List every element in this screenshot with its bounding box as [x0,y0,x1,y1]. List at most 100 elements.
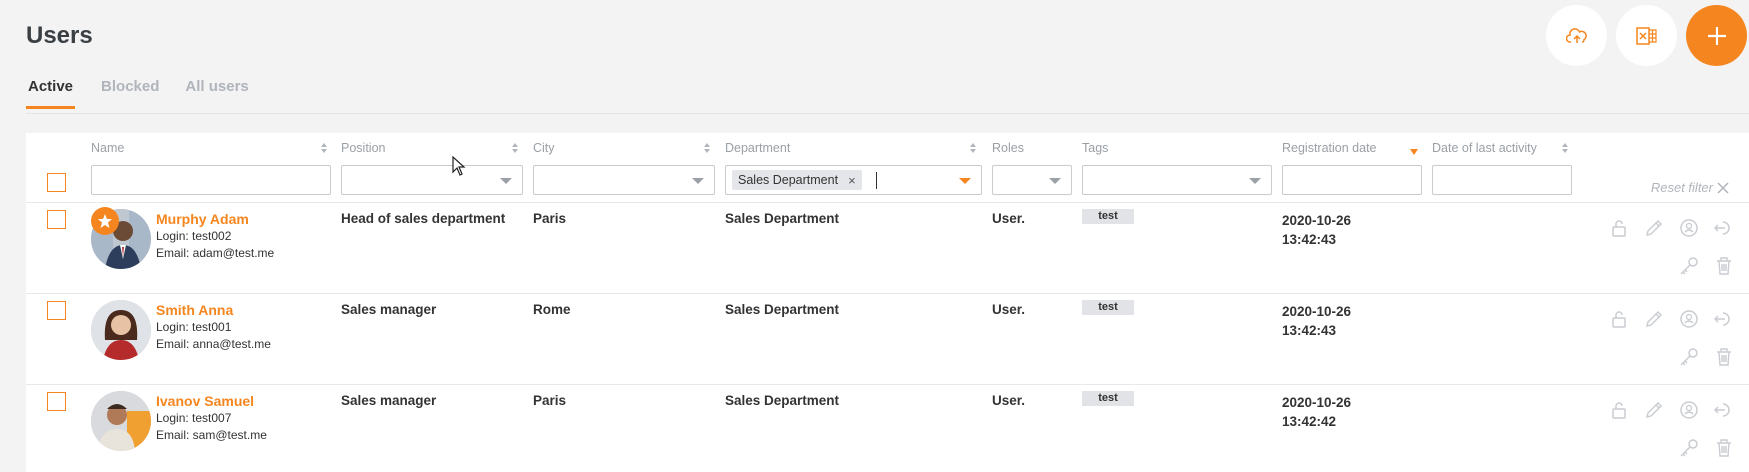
sort-icon[interactable] [320,142,328,154]
add-user-button[interactable] [1686,5,1747,66]
user-registration-date: 2020-10-26 13:42:43 [1282,302,1351,340]
close-icon [1717,181,1729,194]
user-city: Paris [533,211,567,226]
logout-icon[interactable] [1713,308,1735,330]
avatar [91,391,151,451]
name-filter-input[interactable] [91,165,331,195]
delete-icon[interactable] [1713,346,1735,368]
registration-time-value: 13:42:43 [1282,323,1337,338]
remove-chip-icon[interactable]: × [848,173,856,188]
mouse-pointer-icon [452,156,466,176]
star-icon [98,214,112,228]
row-checkbox[interactable] [47,210,66,229]
registration-date-filter-input[interactable] [1282,165,1422,195]
tags-filter-select[interactable] [1082,165,1272,195]
registration-date-value: 2020-10-26 [1282,304,1352,319]
users-table: Name Position City Department Roles Tags… [26,133,1749,472]
tab-active[interactable]: Active [26,78,76,109]
sort-icon[interactable] [703,142,711,154]
user-department: Sales Department [725,302,840,317]
key-icon[interactable] [1678,255,1700,277]
login-as-icon[interactable] [1678,217,1700,239]
roles-filter-select[interactable] [992,165,1072,195]
column-header-tags: Tags [1082,141,1109,155]
column-header-city[interactable]: City [533,141,555,155]
sort-icon[interactable] [1561,142,1569,154]
user-department: Sales Department [725,393,840,408]
user-city: Rome [533,302,571,317]
chevron-down-icon [959,178,971,184]
tab-all-users[interactable]: All users [185,78,248,109]
unlock-icon[interactable] [1608,308,1630,330]
upload-button[interactable] [1546,5,1607,66]
excel-export-icon [1635,26,1657,45]
column-header-name[interactable]: Name [91,141,124,155]
delete-icon[interactable] [1713,437,1735,459]
user-email: Email: adam@test.me [156,246,275,260]
user-tag: test [1082,391,1134,406]
logout-icon[interactable] [1713,399,1735,421]
reset-filter-button[interactable]: Reset filter [1651,180,1729,195]
sort-desc-icon[interactable] [1410,146,1418,158]
city-filter-select[interactable] [533,165,715,195]
edit-icon[interactable] [1643,399,1665,421]
row-checkbox[interactable] [47,301,66,320]
cloud-upload-icon [1565,27,1587,43]
last-activity-filter-input[interactable] [1432,165,1572,195]
column-header-last-activity[interactable]: Date of last activity [1432,141,1537,155]
favorite-star-badge [91,207,119,235]
user-position: Head of sales department [341,211,506,226]
row-checkbox[interactable] [47,392,66,411]
user-roles: User. [992,302,1026,317]
department-filter-select[interactable]: Sales Department × [725,165,982,195]
avatar [91,300,151,360]
text-caret [876,172,877,189]
sort-icon[interactable] [511,142,519,154]
department-chip-label: Sales Department [738,173,839,187]
chevron-down-icon [692,178,704,184]
user-email: Email: sam@test.me [156,428,267,442]
key-icon[interactable] [1678,346,1700,368]
tab-blocked[interactable]: Blocked [101,78,159,109]
excel-export-button[interactable] [1616,5,1677,66]
plus-icon [1707,26,1726,45]
key-icon[interactable] [1678,437,1700,459]
reset-filter-label: Reset filter [1650,180,1713,195]
position-filter-select[interactable] [341,165,523,195]
delete-icon[interactable] [1713,255,1735,277]
registration-time-value: 13:42:43 [1282,232,1337,247]
user-name-link[interactable]: Murphy Adam [156,211,249,227]
user-login: Login: test007 [156,411,232,425]
login-as-icon[interactable] [1678,308,1700,330]
unlock-icon[interactable] [1608,399,1630,421]
user-tag: test [1082,209,1134,224]
edit-icon[interactable] [1643,308,1665,330]
unlock-icon[interactable] [1608,217,1630,239]
user-department: Sales Department [725,211,840,226]
chevron-down-icon [1249,178,1261,184]
user-position: Sales manager [341,393,437,408]
select-all-checkbox[interactable] [47,173,66,192]
column-header-registration-date[interactable]: Registration date [1282,141,1377,155]
edit-icon[interactable] [1643,217,1665,239]
user-roles: User. [992,393,1026,408]
department-filter-chip: Sales Department × [732,170,862,190]
user-name-link[interactable]: Smith Anna [156,302,233,318]
user-roles: User. [992,211,1026,226]
logout-icon[interactable] [1713,217,1735,239]
tabs-divider [26,113,1749,114]
user-login: Login: test002 [156,229,232,243]
user-name-link[interactable]: Ivanov Samuel [156,393,254,409]
user-email: Email: anna@test.me [156,337,271,351]
user-city: Paris [533,393,567,408]
status-tabs: Active Blocked All users [26,78,275,109]
column-header-position[interactable]: Position [341,141,385,155]
user-login: Login: test001 [156,320,232,334]
table-row: Ivanov Samuel Login: test007 Email: sam@… [26,384,1749,472]
sort-icon[interactable] [969,142,977,154]
registration-date-value: 2020-10-26 [1282,395,1352,410]
login-as-icon[interactable] [1678,399,1700,421]
registration-time-value: 13:42:42 [1282,414,1337,429]
user-tag: test [1082,300,1134,315]
column-header-department[interactable]: Department [725,141,790,155]
